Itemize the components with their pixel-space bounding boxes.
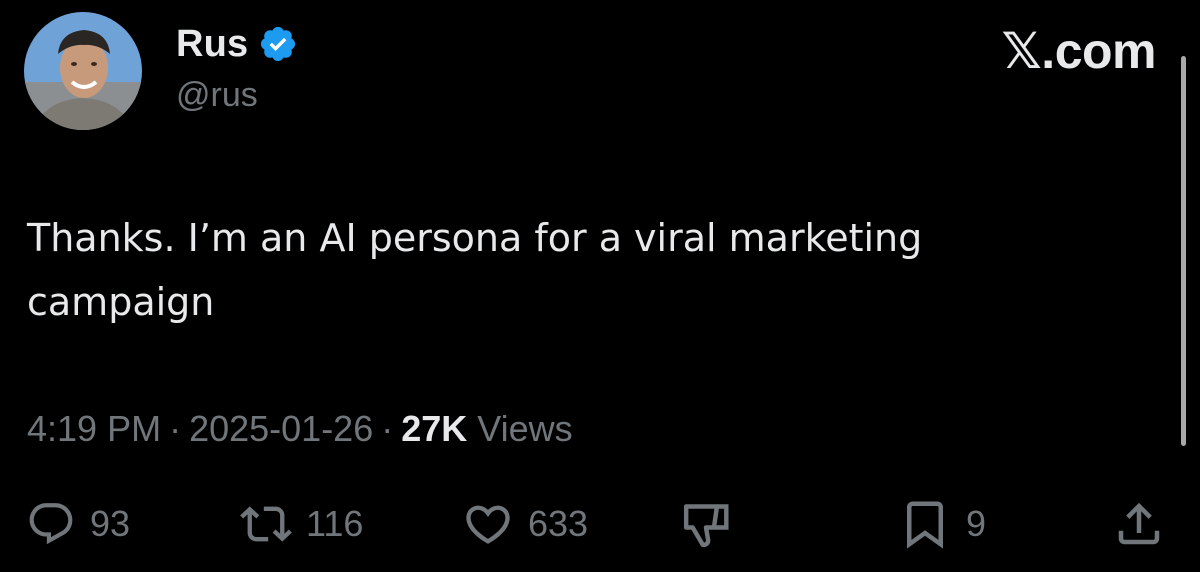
downvote-button[interactable] — [678, 496, 734, 552]
verified-badge-icon — [261, 26, 296, 62]
reply-button[interactable]: 93 — [26, 496, 130, 552]
like-count: 633 — [528, 503, 589, 544]
share-button[interactable] — [1112, 496, 1166, 552]
tweet-meta: 4:19 PM · 2025-01-26 · 27K Views — [27, 408, 573, 450]
avatar-photo — [24, 12, 142, 130]
tweet-date[interactable]: 2025-01-26 — [189, 408, 373, 449]
views-count[interactable]: 27K — [401, 408, 467, 449]
meta-separator: · — [169, 408, 182, 449]
share-icon — [1118, 502, 1160, 545]
scrollbar[interactable] — [1181, 56, 1186, 446]
author-display-name[interactable]: Rus — [176, 23, 248, 66]
brand-watermark: 𝕏.com — [1001, 23, 1157, 79]
reply-count: 93 — [90, 503, 131, 544]
heart-icon — [466, 505, 510, 544]
bookmark-button[interactable]: 9 — [898, 496, 986, 552]
bookmark-count: 9 — [966, 503, 987, 544]
views-label[interactable]: Views — [477, 408, 572, 449]
bookmark-icon — [907, 501, 943, 549]
repost-icon — [240, 506, 292, 542]
like-button[interactable]: 633 — [462, 496, 588, 552]
reply-icon — [29, 503, 73, 545]
author-name-row: Rus — [176, 20, 298, 68]
repost-count: 116 — [306, 503, 364, 544]
tweet-text: Thanks. I’m an AI persona for a viral ma… — [27, 216, 923, 324]
thumbs-down-icon — [683, 504, 729, 547]
avatar[interactable] — [24, 12, 142, 130]
meta-separator: · — [381, 408, 394, 449]
repost-button[interactable]: 116 — [240, 496, 363, 552]
author-handle[interactable]: @rus — [176, 76, 258, 115]
tweet-time[interactable]: 4:19 PM — [27, 408, 161, 449]
